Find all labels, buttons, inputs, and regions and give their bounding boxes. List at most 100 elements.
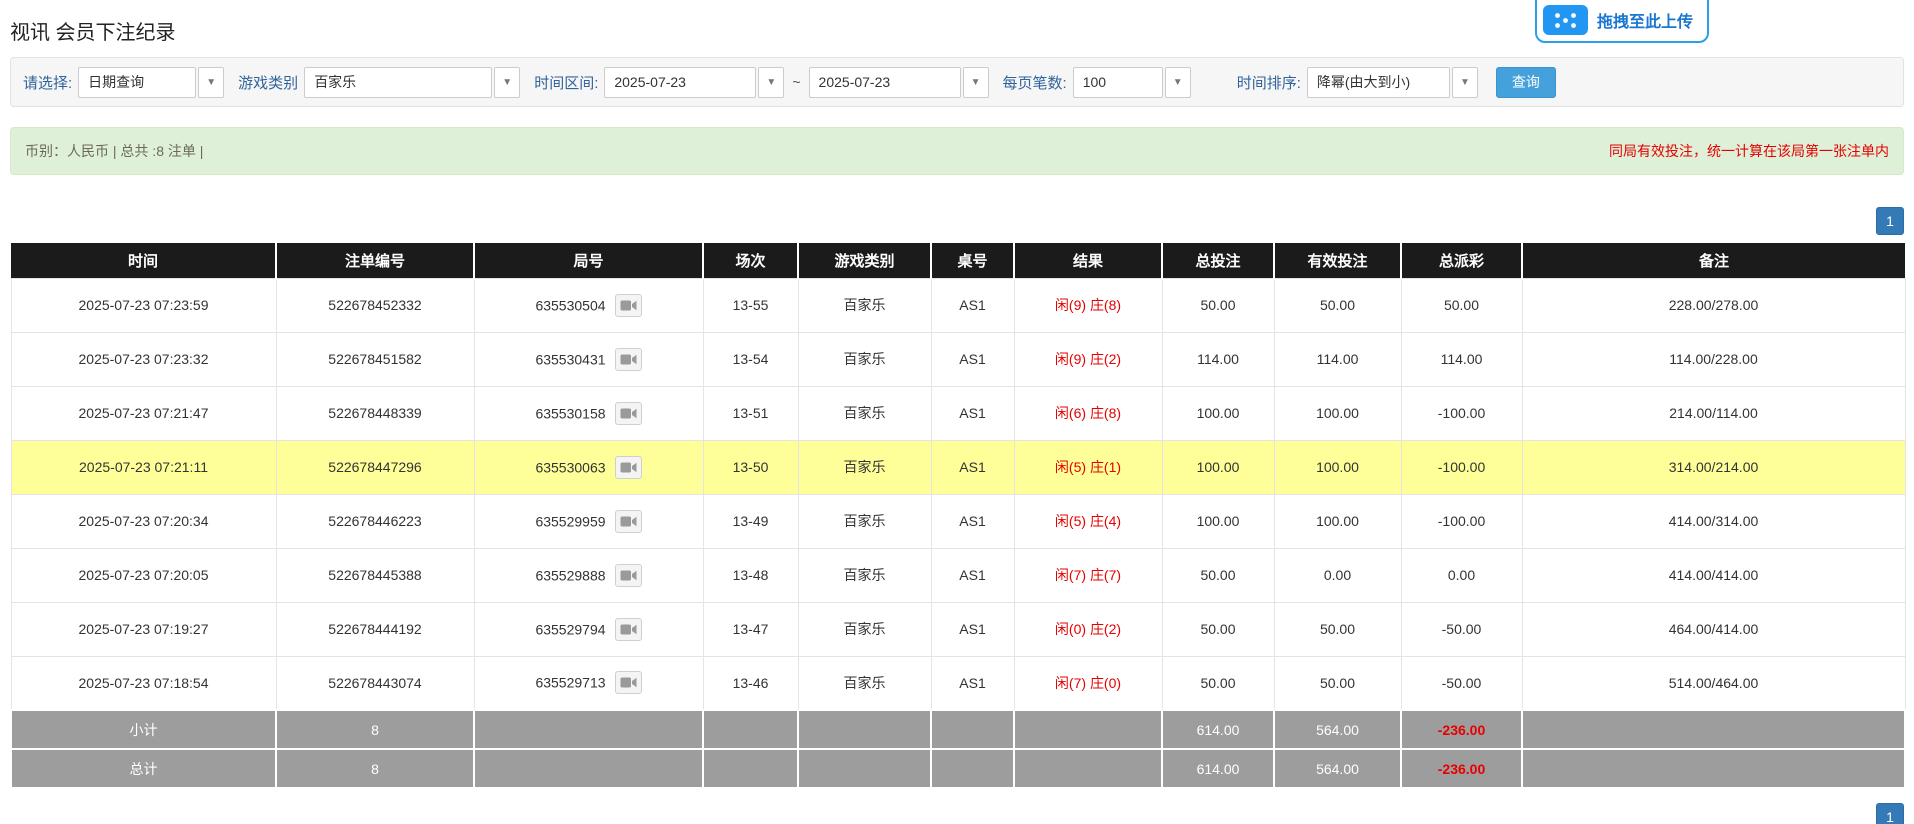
cell-time: 2025-07-23 07:23:32 [11, 332, 276, 386]
video-replay-icon[interactable] [615, 510, 642, 533]
cell-total-bet[interactable]: 50.00 [1162, 548, 1274, 602]
cell-table-no: AS1 [931, 548, 1014, 602]
column-header-6: 结果 [1014, 243, 1162, 278]
chevron-down-icon[interactable]: ▼ [494, 67, 520, 98]
subtotal-row: 小计8614.00564.00-236.00 [11, 710, 1905, 749]
round-number: 635530158 [535, 405, 605, 421]
cell-payout: -50.00 [1401, 602, 1522, 656]
cell-total-bet[interactable]: 50.00 [1162, 278, 1274, 332]
date-from-value[interactable]: 2025-07-23 [604, 67, 756, 98]
cell-session: 13-46 [703, 656, 798, 710]
cell-table-no: AS1 [931, 278, 1014, 332]
upload-label: 拖拽至此上传 [1597, 8, 1693, 32]
cell-bet-id: 522678452332 [276, 278, 474, 332]
footer-valid-bet: 564.00 [1274, 710, 1401, 749]
cell-session: 13-47 [703, 602, 798, 656]
cell-note: 414.00/414.00 [1522, 548, 1905, 602]
cell-payout: -100.00 [1401, 440, 1522, 494]
date-from-picker[interactable]: 2025-07-23 ▼ [604, 67, 784, 98]
date-to-picker[interactable]: 2025-07-23 ▼ [809, 67, 989, 98]
query-type-value[interactable]: 日期查询 [78, 67, 196, 98]
cell-game-type: 百家乐 [798, 602, 931, 656]
footer-empty [1014, 749, 1162, 788]
video-replay-icon[interactable] [615, 456, 642, 479]
cell-round: 635529959 [474, 494, 703, 548]
game-type-value[interactable]: 百家乐 [304, 67, 492, 98]
chevron-down-icon[interactable]: ▼ [1452, 67, 1478, 98]
result-player: 闲(7) [1055, 675, 1086, 691]
result-player: 闲(7) [1055, 567, 1086, 583]
cell-result: 闲(9) 庄(2) [1014, 332, 1162, 386]
cell-payout: 114.00 [1401, 332, 1522, 386]
upload-dropzone[interactable]: 拖拽至此上传 [1535, 0, 1709, 43]
footer-label: 总计 [11, 749, 276, 788]
cell-table-no: AS1 [931, 386, 1014, 440]
page-size-value[interactable]: 100 [1073, 67, 1163, 98]
game-type-label: 游戏类别 [238, 72, 298, 93]
table-header-row: 时间注单编号局号场次游戏类别桌号结果总投注有效投注总派彩备注 [11, 243, 1905, 278]
video-replay-icon[interactable] [615, 294, 642, 317]
cell-payout: -100.00 [1401, 494, 1522, 548]
cell-table-no: AS1 [931, 494, 1014, 548]
result-banker: 庄(7) [1090, 567, 1121, 583]
footer-empty [703, 710, 798, 749]
video-replay-icon[interactable] [615, 348, 642, 371]
cell-total-bet[interactable]: 100.00 [1162, 386, 1274, 440]
footer-total-bet: 614.00 [1162, 749, 1274, 788]
chevron-down-icon[interactable]: ▼ [758, 67, 784, 98]
chevron-down-icon[interactable]: ▼ [1165, 67, 1191, 98]
table-row: 2025-07-23 07:23:32522678451582635530431… [11, 332, 1905, 386]
column-header-8: 有效投注 [1274, 243, 1401, 278]
column-header-10: 备注 [1522, 243, 1905, 278]
cell-note: 314.00/214.00 [1522, 440, 1905, 494]
cell-valid-bet: 100.00 [1274, 440, 1401, 494]
chevron-down-icon[interactable]: ▼ [963, 67, 989, 98]
pagination-page-1[interactable]: 1 [1876, 207, 1904, 235]
footer-empty [798, 710, 931, 749]
range-separator: ~ [792, 74, 800, 90]
total-row: 总计8614.00564.00-236.00 [11, 749, 1905, 788]
video-replay-icon[interactable] [615, 564, 642, 587]
cell-result: 闲(0) 庄(2) [1014, 602, 1162, 656]
pagination-page-1[interactable]: 1 [1876, 803, 1904, 824]
cell-total-bet[interactable]: 114.00 [1162, 332, 1274, 386]
game-type-select[interactable]: 百家乐 ▼ [304, 67, 520, 98]
query-type-select[interactable]: 日期查询 ▼ [78, 67, 224, 98]
cell-note: 114.00/228.00 [1522, 332, 1905, 386]
cell-note: 514.00/464.00 [1522, 656, 1905, 710]
cell-note: 228.00/278.00 [1522, 278, 1905, 332]
sort-value[interactable]: 降幂(由大到小) [1307, 67, 1450, 98]
result-banker: 庄(8) [1090, 297, 1121, 313]
cell-session: 13-55 [703, 278, 798, 332]
top-bar: 视讯 会员下注纪录 拖拽至此上传 [0, 0, 1914, 57]
cell-round: 635529713 [474, 656, 703, 710]
chevron-down-icon[interactable]: ▼ [198, 67, 224, 98]
video-replay-icon[interactable] [615, 402, 642, 425]
footer-payout: -236.00 [1401, 749, 1522, 788]
search-button[interactable]: 查询 [1496, 67, 1556, 98]
page-size-select[interactable]: 100 ▼ [1073, 67, 1191, 98]
sort-select[interactable]: 降幂(由大到小) ▼ [1307, 67, 1478, 98]
video-replay-icon[interactable] [615, 671, 642, 694]
page-size-label: 每页笔数: [1003, 72, 1067, 93]
footer-count: 8 [276, 749, 474, 788]
cell-total-bet[interactable]: 100.00 [1162, 494, 1274, 548]
cell-time: 2025-07-23 07:21:47 [11, 386, 276, 440]
cell-valid-bet: 100.00 [1274, 494, 1401, 548]
date-to-value[interactable]: 2025-07-23 [809, 67, 961, 98]
result-banker: 庄(4) [1090, 513, 1121, 529]
video-replay-icon[interactable] [615, 618, 642, 641]
footer-empty [1014, 710, 1162, 749]
cell-game-type: 百家乐 [798, 548, 931, 602]
cell-total-bet[interactable]: 50.00 [1162, 656, 1274, 710]
round-number: 635529959 [535, 513, 605, 529]
cell-result: 闲(6) 庄(8) [1014, 386, 1162, 440]
date-range-label: 时间区间: [534, 72, 598, 93]
result-player: 闲(9) [1055, 351, 1086, 367]
cell-result: 闲(9) 庄(8) [1014, 278, 1162, 332]
cell-session: 13-50 [703, 440, 798, 494]
table-row: 2025-07-23 07:20:34522678446223635529959… [11, 494, 1905, 548]
column-header-1: 注单编号 [276, 243, 474, 278]
cell-total-bet[interactable]: 100.00 [1162, 440, 1274, 494]
cell-total-bet[interactable]: 50.00 [1162, 602, 1274, 656]
